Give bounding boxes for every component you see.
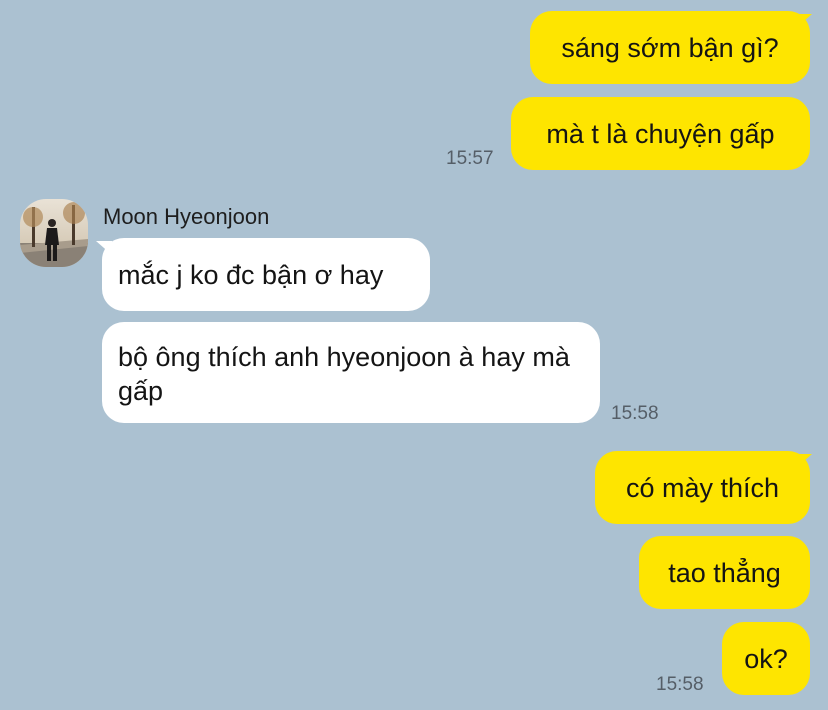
outgoing-message[interactable]: ok?	[722, 622, 810, 695]
message-text: mà t là chuyện gấp	[546, 118, 775, 149]
avatar[interactable]	[20, 199, 88, 267]
profile-photo-image	[20, 199, 88, 267]
message-text: sáng sớm bận gì?	[561, 32, 779, 63]
message-timestamp: 15:58	[611, 403, 659, 424]
sender-name: Moon Hyeonjoon	[103, 204, 270, 229]
message-text: ok?	[744, 643, 788, 674]
outgoing-message[interactable]: mà t là chuyện gấp	[511, 97, 810, 170]
outgoing-message[interactable]: tao thẳng	[639, 536, 810, 609]
message-text: có mày thích	[625, 472, 780, 503]
incoming-message[interactable]: mắc j ko đc bận ơ hay	[102, 238, 430, 311]
incoming-message[interactable]: bộ ông thích anh hyeonjoon à hay mà gấp	[102, 322, 600, 423]
message-text: tao thẳng	[668, 557, 781, 588]
outgoing-message[interactable]: sáng sớm bận gì?	[530, 11, 810, 84]
message-timestamp: 15:57	[446, 148, 494, 169]
message-timestamp: 15:58	[656, 674, 704, 695]
message-text: mắc j ko đc bận ơ hay	[118, 259, 384, 290]
outgoing-message[interactable]: có mày thích	[595, 451, 810, 524]
message-text: bộ ông thích anh hyeonjoon à hay mà gấp	[118, 342, 570, 406]
